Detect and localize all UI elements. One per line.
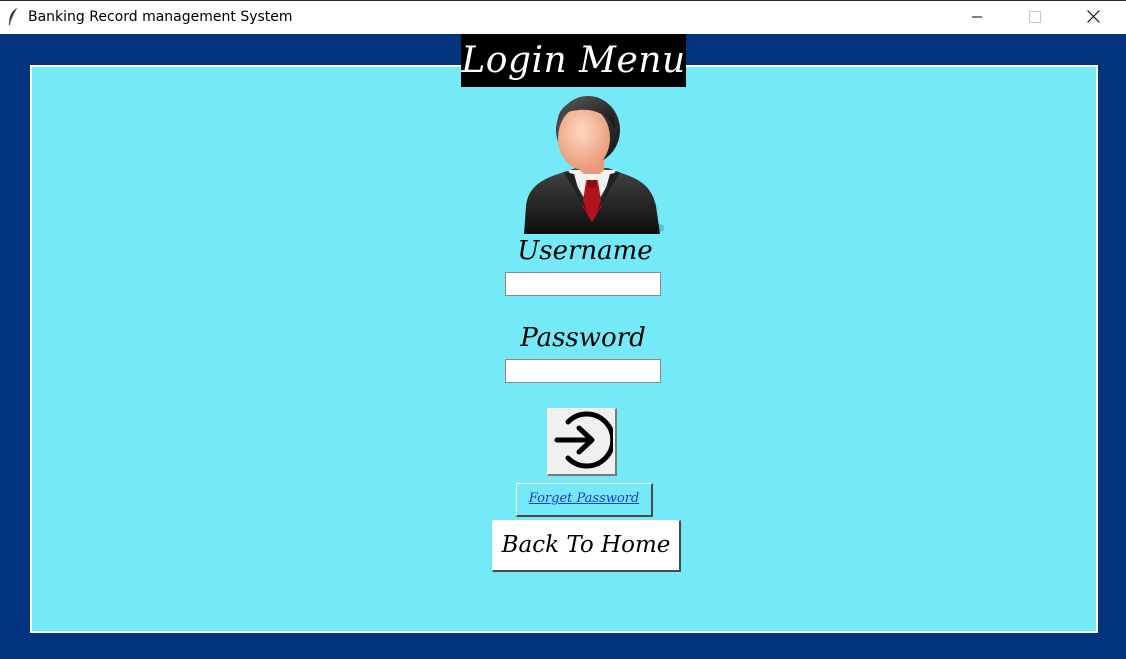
forget-password-button[interactable]: Forget Password <box>516 483 653 517</box>
maximize-button[interactable] <box>1006 1 1064 34</box>
feather-icon <box>7 7 19 27</box>
minimize-button[interactable] <box>948 1 1006 34</box>
app-window: Banking Record management System Login M… <box>0 0 1126 659</box>
window-title: Banking Record management System <box>28 9 293 25</box>
login-arrow-icon <box>551 409 615 475</box>
username-label: Username <box>517 236 653 266</box>
back-to-home-button[interactable]: Back To Home <box>492 520 681 572</box>
login-heading: Login Menu <box>461 34 686 87</box>
password-label: Password <box>520 323 646 353</box>
title-bar: Banking Record management System <box>0 0 1126 34</box>
businessman-avatar-icon <box>518 88 666 236</box>
login-button[interactable] <box>547 408 617 476</box>
close-icon <box>1086 8 1100 27</box>
maximize-icon <box>1029 8 1041 27</box>
username-input[interactable] <box>505 272 661 296</box>
close-button[interactable] <box>1064 1 1122 34</box>
minimize-icon <box>971 8 983 27</box>
password-input[interactable] <box>505 359 661 383</box>
